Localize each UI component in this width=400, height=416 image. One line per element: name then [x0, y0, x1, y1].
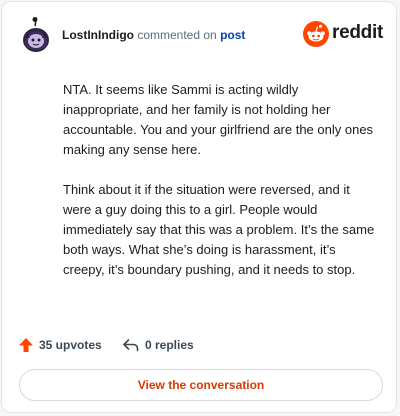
view-conversation-button[interactable]: View the conversation: [19, 369, 383, 401]
upvote-count: 35 upvotes: [39, 338, 102, 352]
reddit-wordmark: reddit: [332, 22, 383, 43]
reddit-logo[interactable]: reddit: [302, 20, 383, 48]
upvotes[interactable]: 35 upvotes: [18, 336, 102, 354]
comment-body: NTA. It seems like Sammi is acting wildl…: [63, 80, 379, 300]
reply-arrow-icon: [123, 339, 139, 352]
comment-header: LostInIndigo commented on post reddit: [18, 16, 383, 56]
replies[interactable]: 0 replies: [122, 336, 194, 354]
comment-paragraph: NTA. It seems like Sammi is acting wildl…: [63, 82, 374, 157]
action-text: commented on: [137, 28, 217, 42]
user-avatar[interactable]: [18, 16, 54, 56]
comment-paragraph: Think about it if the situation were rev…: [63, 182, 375, 277]
username-link[interactable]: LostInIndigo: [62, 28, 134, 42]
commenter-line: LostInIndigo commented on post: [62, 28, 245, 42]
embedded-comment-card: LostInIndigo commented on post reddit NT…: [1, 1, 397, 413]
reddit-snoo-icon: [303, 21, 329, 47]
upvote-arrow-icon: [19, 338, 33, 352]
post-link[interactable]: post: [220, 28, 245, 42]
reply-count: 0 replies: [145, 338, 194, 352]
